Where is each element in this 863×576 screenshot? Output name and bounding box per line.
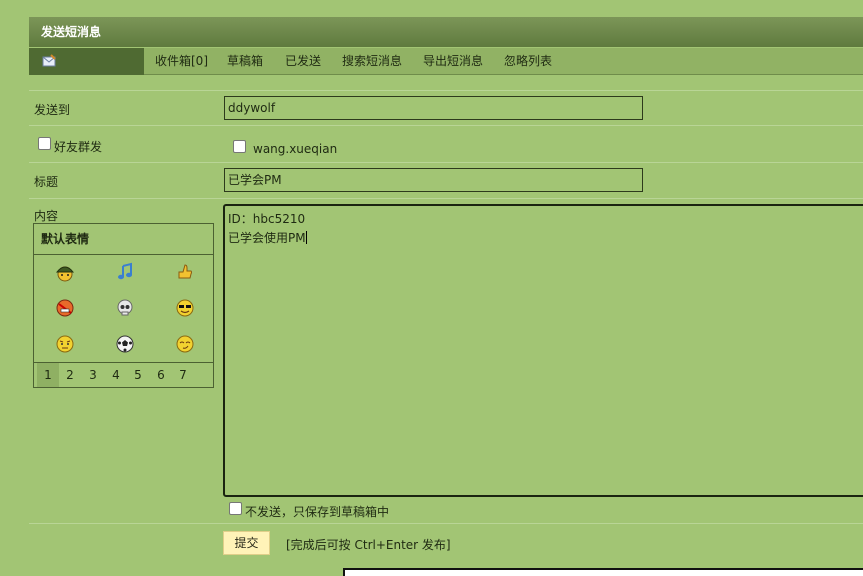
skull-icon[interactable] (115, 298, 135, 318)
row-divider (29, 125, 863, 126)
soccer-ball-icon[interactable] (115, 334, 135, 354)
tab-compose[interactable] (29, 48, 144, 75)
cool-sunglasses-icon[interactable] (175, 298, 195, 318)
message-body-line: 已学会使用PM (228, 229, 863, 248)
army-helmet-icon[interactable] (55, 262, 75, 282)
message-body-text: 已学会使用PM (228, 231, 306, 245)
tab-sent[interactable]: 已发送 (285, 48, 321, 74)
emoji-grid (34, 255, 213, 363)
overlapping-window-edge (343, 568, 863, 576)
subject-label: 标题 (34, 175, 59, 189)
page-title: 发送短消息 (29, 17, 863, 47)
content-label: 内容 (34, 209, 59, 223)
row-divider (29, 90, 863, 91)
emoji-page-6[interactable]: 6 (150, 363, 172, 387)
music-note-icon[interactable] (115, 262, 135, 282)
row-divider (29, 162, 863, 163)
annoyed-face-icon[interactable] (55, 334, 75, 354)
friend-name-label: wang.xueqian (253, 142, 338, 156)
submit-button[interactable]: 提交 (223, 531, 270, 555)
tab-drafts[interactable]: 草稿箱 (227, 48, 263, 74)
emoji-panel: 默认表情 1 2 3 4 5 6 7 (33, 223, 214, 388)
message-tab-bar: 收件箱[0] 草稿箱 已发送 搜索短消息 导出短消息 忽略列表 (29, 48, 863, 75)
compose-mail-icon (42, 54, 56, 67)
tab-ignore-list[interactable]: 忽略列表 (504, 48, 552, 74)
friends-broadcast-checkbox[interactable] (38, 137, 51, 150)
tab-inbox[interactable]: 收件箱[0] (155, 48, 208, 74)
send-message-page: 发送短消息 收件箱[0] 草稿箱 已发送 搜索短消息 导出短消息 忽略列表 发送… (0, 0, 863, 576)
save-only-label: 不发送，只保存到草稿箱中 (245, 505, 390, 519)
save-only-checkbox[interactable] (229, 502, 242, 515)
to-label: 发送到 (34, 103, 71, 117)
emoji-panel-title: 默认表情 (34, 224, 213, 255)
emoji-pager: 1 2 3 4 5 6 7 (34, 362, 213, 387)
row-divider (29, 523, 863, 524)
row-divider (29, 198, 863, 199)
recipient-input[interactable]: ddywolf (224, 96, 643, 120)
keyboard-hint: [完成后可按 Ctrl+Enter 发布] (286, 538, 451, 552)
message-body-textarea[interactable]: ID：hbc5210 已学会使用PM (223, 204, 863, 497)
thumbs-up-icon[interactable] (175, 262, 195, 282)
subject-input[interactable]: 已学会PM (224, 168, 643, 192)
tab-search[interactable]: 搜索短消息 (342, 48, 402, 74)
emoji-page-4[interactable]: 4 (105, 363, 127, 387)
message-body-line: ID：hbc5210 (228, 212, 306, 226)
emoji-page-5[interactable]: 5 (127, 363, 149, 387)
emoji-page-3[interactable]: 3 (82, 363, 104, 387)
friend-select-checkbox[interactable] (233, 140, 246, 153)
angry-no-talking-icon[interactable] (55, 298, 75, 318)
smug-face-icon[interactable] (175, 334, 195, 354)
text-caret (305, 231, 307, 244)
emoji-page-7[interactable]: 7 (172, 363, 194, 387)
emoji-page-1[interactable]: 1 (37, 363, 59, 387)
tab-export[interactable]: 导出短消息 (423, 48, 483, 74)
emoji-page-2[interactable]: 2 (59, 363, 81, 387)
friends-broadcast-label: 好友群发 (54, 140, 103, 154)
